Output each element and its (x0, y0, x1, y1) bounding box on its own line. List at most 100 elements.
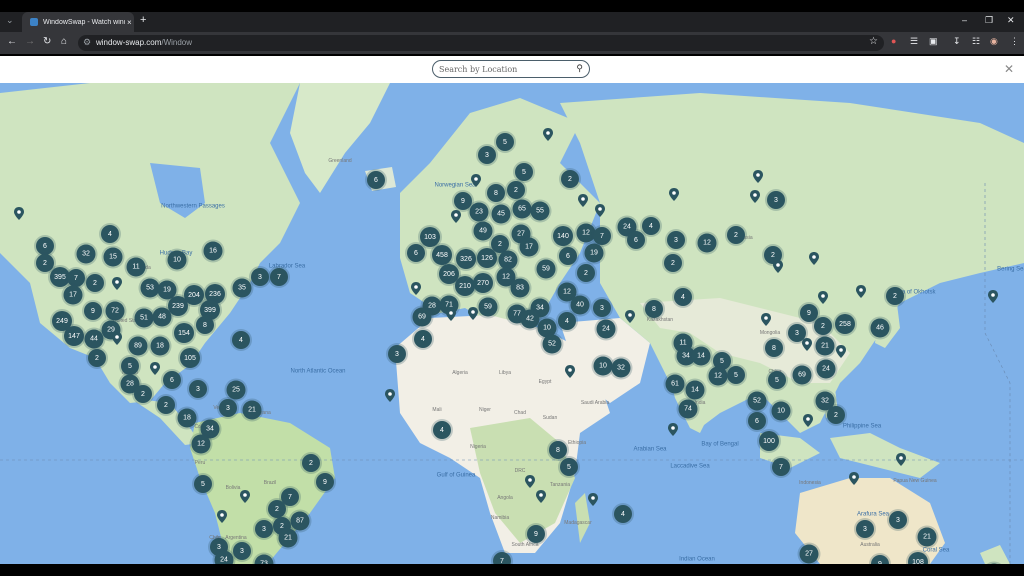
location-cluster-marker[interactable]: 10 (771, 401, 791, 421)
location-pin-icon[interactable] (471, 174, 481, 187)
location-search-input[interactable] (439, 63, 569, 75)
location-cluster-marker[interactable]: 14 (685, 380, 705, 400)
location-cluster-marker[interactable]: 15 (103, 247, 123, 267)
location-cluster-marker[interactable]: 49 (473, 221, 493, 241)
location-cluster-marker[interactable]: 4 (101, 225, 119, 243)
location-cluster-marker[interactable]: 8 (549, 441, 567, 459)
location-cluster-marker[interactable]: 69 (792, 365, 812, 385)
location-cluster-marker[interactable]: 2 (88, 349, 106, 367)
location-cluster-marker[interactable]: 2 (268, 500, 286, 518)
location-cluster-marker[interactable]: 9 (316, 473, 334, 491)
location-cluster-marker[interactable]: 270 (473, 273, 493, 293)
location-cluster-marker[interactable]: 52 (542, 334, 562, 354)
location-cluster-marker[interactable]: 25 (226, 380, 246, 400)
location-cluster-marker[interactable]: 103 (420, 227, 440, 247)
location-cluster-marker[interactable]: 210 (455, 276, 475, 296)
location-cluster-marker[interactable]: 2 (157, 396, 175, 414)
location-cluster-marker[interactable]: 154 (174, 323, 194, 343)
location-cluster-marker[interactable]: 100 (759, 431, 779, 451)
location-cluster-marker[interactable]: 69 (412, 307, 432, 327)
location-cluster-marker[interactable]: 147 (64, 326, 84, 346)
location-cluster-marker[interactable]: 3 (388, 345, 406, 363)
location-cluster-marker[interactable]: 5 (768, 371, 786, 389)
location-cluster-marker[interactable]: 14 (691, 346, 711, 366)
location-pin-icon[interactable] (451, 210, 461, 223)
location-cluster-marker[interactable]: 2 (134, 385, 152, 403)
download-icon[interactable]: ↧ (953, 36, 961, 47)
location-cluster-marker[interactable]: 105 (180, 348, 200, 368)
location-cluster-marker[interactable]: 7 (270, 268, 288, 286)
location-cluster-marker[interactable]: 24 (816, 359, 836, 379)
location-cluster-marker[interactable]: 21 (815, 336, 835, 356)
location-cluster-marker[interactable]: 16 (203, 241, 223, 261)
location-cluster-marker[interactable]: 12 (697, 233, 717, 253)
location-pin-icon[interactable] (385, 389, 395, 402)
location-cluster-marker[interactable]: 17 (519, 237, 539, 257)
location-cluster-marker[interactable]: 24 (596, 319, 616, 339)
location-cluster-marker[interactable]: 45 (491, 204, 511, 224)
location-cluster-marker[interactable]: 3 (856, 520, 874, 538)
location-cluster-marker[interactable]: 2 (561, 170, 579, 188)
location-cluster-marker[interactable]: 48 (152, 307, 172, 327)
new-tab-button[interactable]: + (140, 14, 146, 26)
location-cluster-marker[interactable]: 61 (665, 374, 685, 394)
location-cluster-marker[interactable]: 5 (121, 357, 139, 375)
puzzle-icon[interactable]: ▣ (929, 36, 938, 47)
location-cluster-marker[interactable]: 8 (487, 184, 505, 202)
location-cluster-marker[interactable]: 3 (667, 231, 685, 249)
restore-icon[interactable]: ❐ (985, 15, 993, 26)
location-cluster-marker[interactable]: 19 (584, 243, 604, 263)
location-cluster-marker[interactable]: 59 (536, 259, 556, 279)
location-cluster-marker[interactable]: 2 (36, 254, 54, 272)
location-pin-icon[interactable] (669, 188, 679, 201)
location-pin-icon[interactable] (849, 472, 859, 485)
location-cluster-marker[interactable]: 11 (126, 257, 146, 277)
location-cluster-marker[interactable]: 6 (163, 371, 181, 389)
location-cluster-marker[interactable]: 3 (189, 380, 207, 398)
location-cluster-marker[interactable]: 3 (889, 511, 907, 529)
location-cluster-marker[interactable]: 2 (886, 287, 904, 305)
location-cluster-marker[interactable]: 8 (196, 316, 214, 334)
location-cluster-marker[interactable]: 18 (150, 336, 170, 356)
extension-shield-icon[interactable]: ● (891, 36, 896, 46)
location-pin-icon[interactable] (856, 285, 866, 298)
location-pin-icon[interactable] (112, 277, 122, 290)
address-bar[interactable]: ⚙ window-swap.com/Window ☆ (78, 35, 884, 51)
location-cluster-marker[interactable]: 4 (614, 505, 632, 523)
location-cluster-marker[interactable]: 3 (255, 520, 273, 538)
location-cluster-marker[interactable]: 7 (493, 552, 511, 564)
tab-close-button[interactable]: × (127, 18, 132, 27)
location-cluster-marker[interactable]: 2 (86, 274, 104, 292)
location-cluster-marker[interactable]: 5 (515, 163, 533, 181)
extension-icon[interactable]: ☰ (910, 36, 918, 47)
location-cluster-marker[interactable]: 2 (727, 226, 745, 244)
back-icon[interactable]: ← (7, 36, 17, 47)
location-cluster-marker[interactable]: 8 (765, 339, 783, 357)
location-cluster-marker[interactable]: 65 (512, 199, 532, 219)
location-cluster-marker[interactable]: 10 (167, 250, 187, 270)
location-cluster-marker[interactable]: 5 (727, 366, 745, 384)
location-cluster-marker[interactable]: 3 (767, 191, 785, 209)
menu-kebab-icon[interactable]: ⋮ (1010, 36, 1019, 47)
location-pin-icon[interactable] (750, 190, 760, 203)
bookmark-star-icon[interactable]: ☆ (869, 36, 878, 47)
location-cluster-marker[interactable]: 4 (642, 217, 660, 235)
location-cluster-marker[interactable]: 12 (708, 366, 728, 386)
location-cluster-marker[interactable]: 458 (432, 245, 452, 265)
location-cluster-marker[interactable]: 2 (302, 454, 320, 472)
location-cluster-marker[interactable]: 2 (827, 406, 845, 424)
location-cluster-marker[interactable]: 89 (128, 336, 148, 356)
location-cluster-marker[interactable]: 7 (593, 227, 611, 245)
location-cluster-marker[interactable]: 126 (477, 248, 497, 268)
location-cluster-marker[interactable]: 12 (191, 434, 211, 454)
extension-alt-icon[interactable]: ☷ (972, 36, 980, 47)
location-pin-icon[interactable] (896, 453, 906, 466)
location-pin-icon[interactable] (411, 282, 421, 295)
location-cluster-marker[interactable]: 46 (870, 318, 890, 338)
location-pin-icon[interactable] (836, 345, 846, 358)
location-cluster-marker[interactable]: 6 (559, 247, 577, 265)
minimize-icon[interactable]: – (962, 15, 967, 25)
location-cluster-marker[interactable]: 4 (558, 312, 576, 330)
location-cluster-marker[interactable]: 27 (799, 544, 819, 564)
location-cluster-marker[interactable]: 2 (664, 254, 682, 272)
